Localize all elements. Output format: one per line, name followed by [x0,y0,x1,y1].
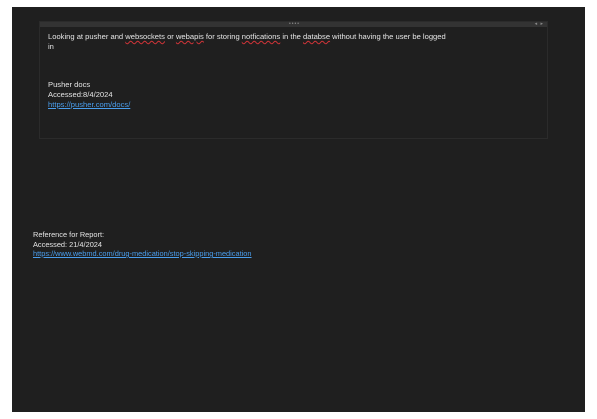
misspelled-word: notfications [241,32,281,41]
reference-title: Reference for Report: [33,230,105,239]
webmd-link[interactable]: https://www.webmd.com/drug-medication/st… [33,249,252,259]
pusher-docs-link[interactable]: https://pusher.com/docs/ [48,100,543,110]
misspelled-word: webapis [175,32,204,41]
note-container[interactable]: •••• ◂ ▸ Looking at pusher and websocket… [39,21,548,139]
misspelled-word: databse [303,32,331,41]
note-line-1: Looking at pusher and websockets or weba… [48,32,543,42]
text-segment: or [164,32,176,41]
container-drag-bar[interactable]: •••• ◂ ▸ [40,22,547,27]
accessed-date: Accessed:8/4/2024 [48,90,113,99]
blank-lines [48,52,543,80]
text-segment: in the [280,32,304,41]
resize-handle-icon[interactable]: ◂ ▸ [535,22,544,27]
reference-accessed-date: Accessed: 21/4/2024 [33,239,103,249]
note-line-2: in [48,42,54,51]
text-segment: for storing [203,32,242,41]
note-text[interactable]: Looking at pusher and websockets or weba… [48,32,543,110]
misspelled-word: websockets [125,32,165,41]
text-segment: without having the user be logged [330,32,446,41]
note-page: •••• ◂ ▸ Looking at pusher and websocket… [12,7,585,412]
source-title: Pusher docs [48,80,91,89]
drag-handle-icon[interactable]: •••• [289,22,300,27]
reference-block[interactable]: Reference for Report: Accessed: 21/4/202… [33,230,252,259]
text-segment: Looking at pusher and [48,32,126,41]
